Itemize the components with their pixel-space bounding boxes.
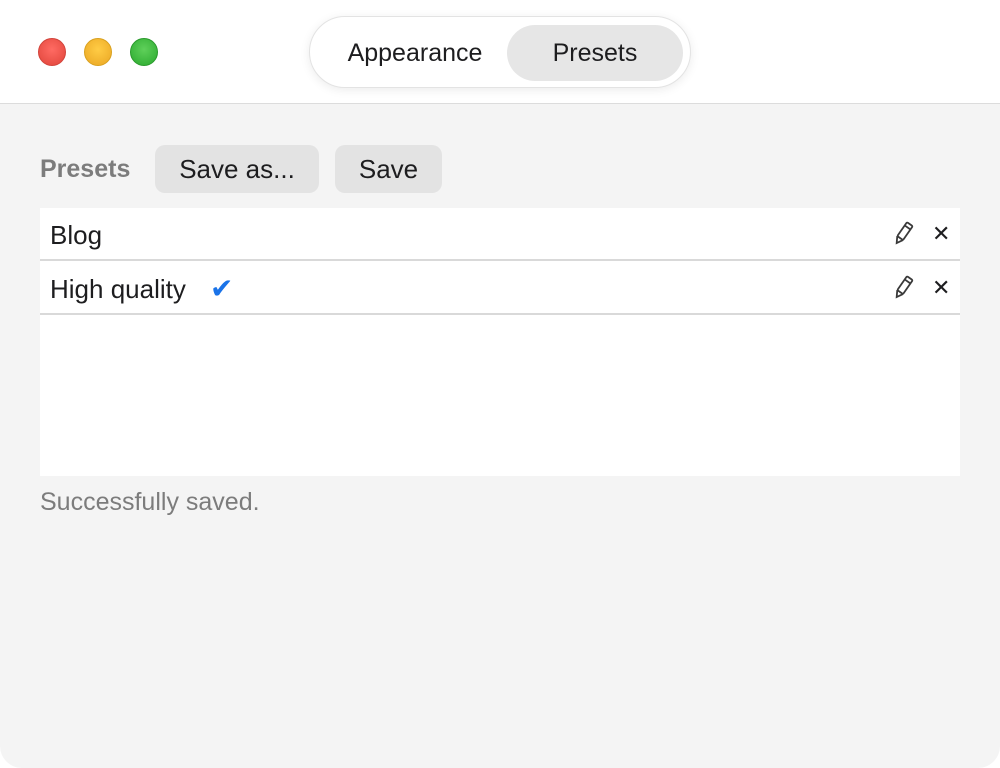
zoom-window-button[interactable] bbox=[130, 38, 158, 66]
checkmark-icon: ✔ bbox=[210, 273, 234, 304]
preset-name: Blog bbox=[50, 220, 103, 250]
status-message: Successfully saved. bbox=[40, 488, 260, 516]
titlebar: Appearance Presets bbox=[0, 0, 1000, 104]
tab-switcher: Appearance Presets bbox=[309, 16, 691, 88]
preferences-window: Appearance Presets Presets Save as... Sa… bbox=[0, 0, 1000, 768]
save-button[interactable]: Save bbox=[335, 145, 442, 193]
presets-section-label: Presets bbox=[40, 155, 131, 183]
close-icon[interactable]: ✕ bbox=[932, 275, 950, 301]
tab-appearance[interactable]: Appearance bbox=[320, 25, 510, 81]
close-window-button[interactable] bbox=[38, 38, 66, 66]
preset-name: High quality bbox=[50, 274, 186, 304]
minimize-window-button[interactable] bbox=[84, 38, 112, 66]
tab-presets[interactable]: Presets bbox=[507, 25, 683, 81]
presets-list: Blog ✕ High quality ✔ ✕ bbox=[40, 208, 960, 476]
pencil-icon[interactable] bbox=[892, 275, 914, 301]
pencil-icon[interactable] bbox=[892, 221, 914, 247]
preset-row[interactable]: Blog ✕ bbox=[40, 208, 960, 261]
preset-row[interactable]: High quality ✔ ✕ bbox=[40, 262, 960, 315]
close-icon[interactable]: ✕ bbox=[932, 221, 950, 247]
save-as-button[interactable]: Save as... bbox=[155, 145, 319, 193]
